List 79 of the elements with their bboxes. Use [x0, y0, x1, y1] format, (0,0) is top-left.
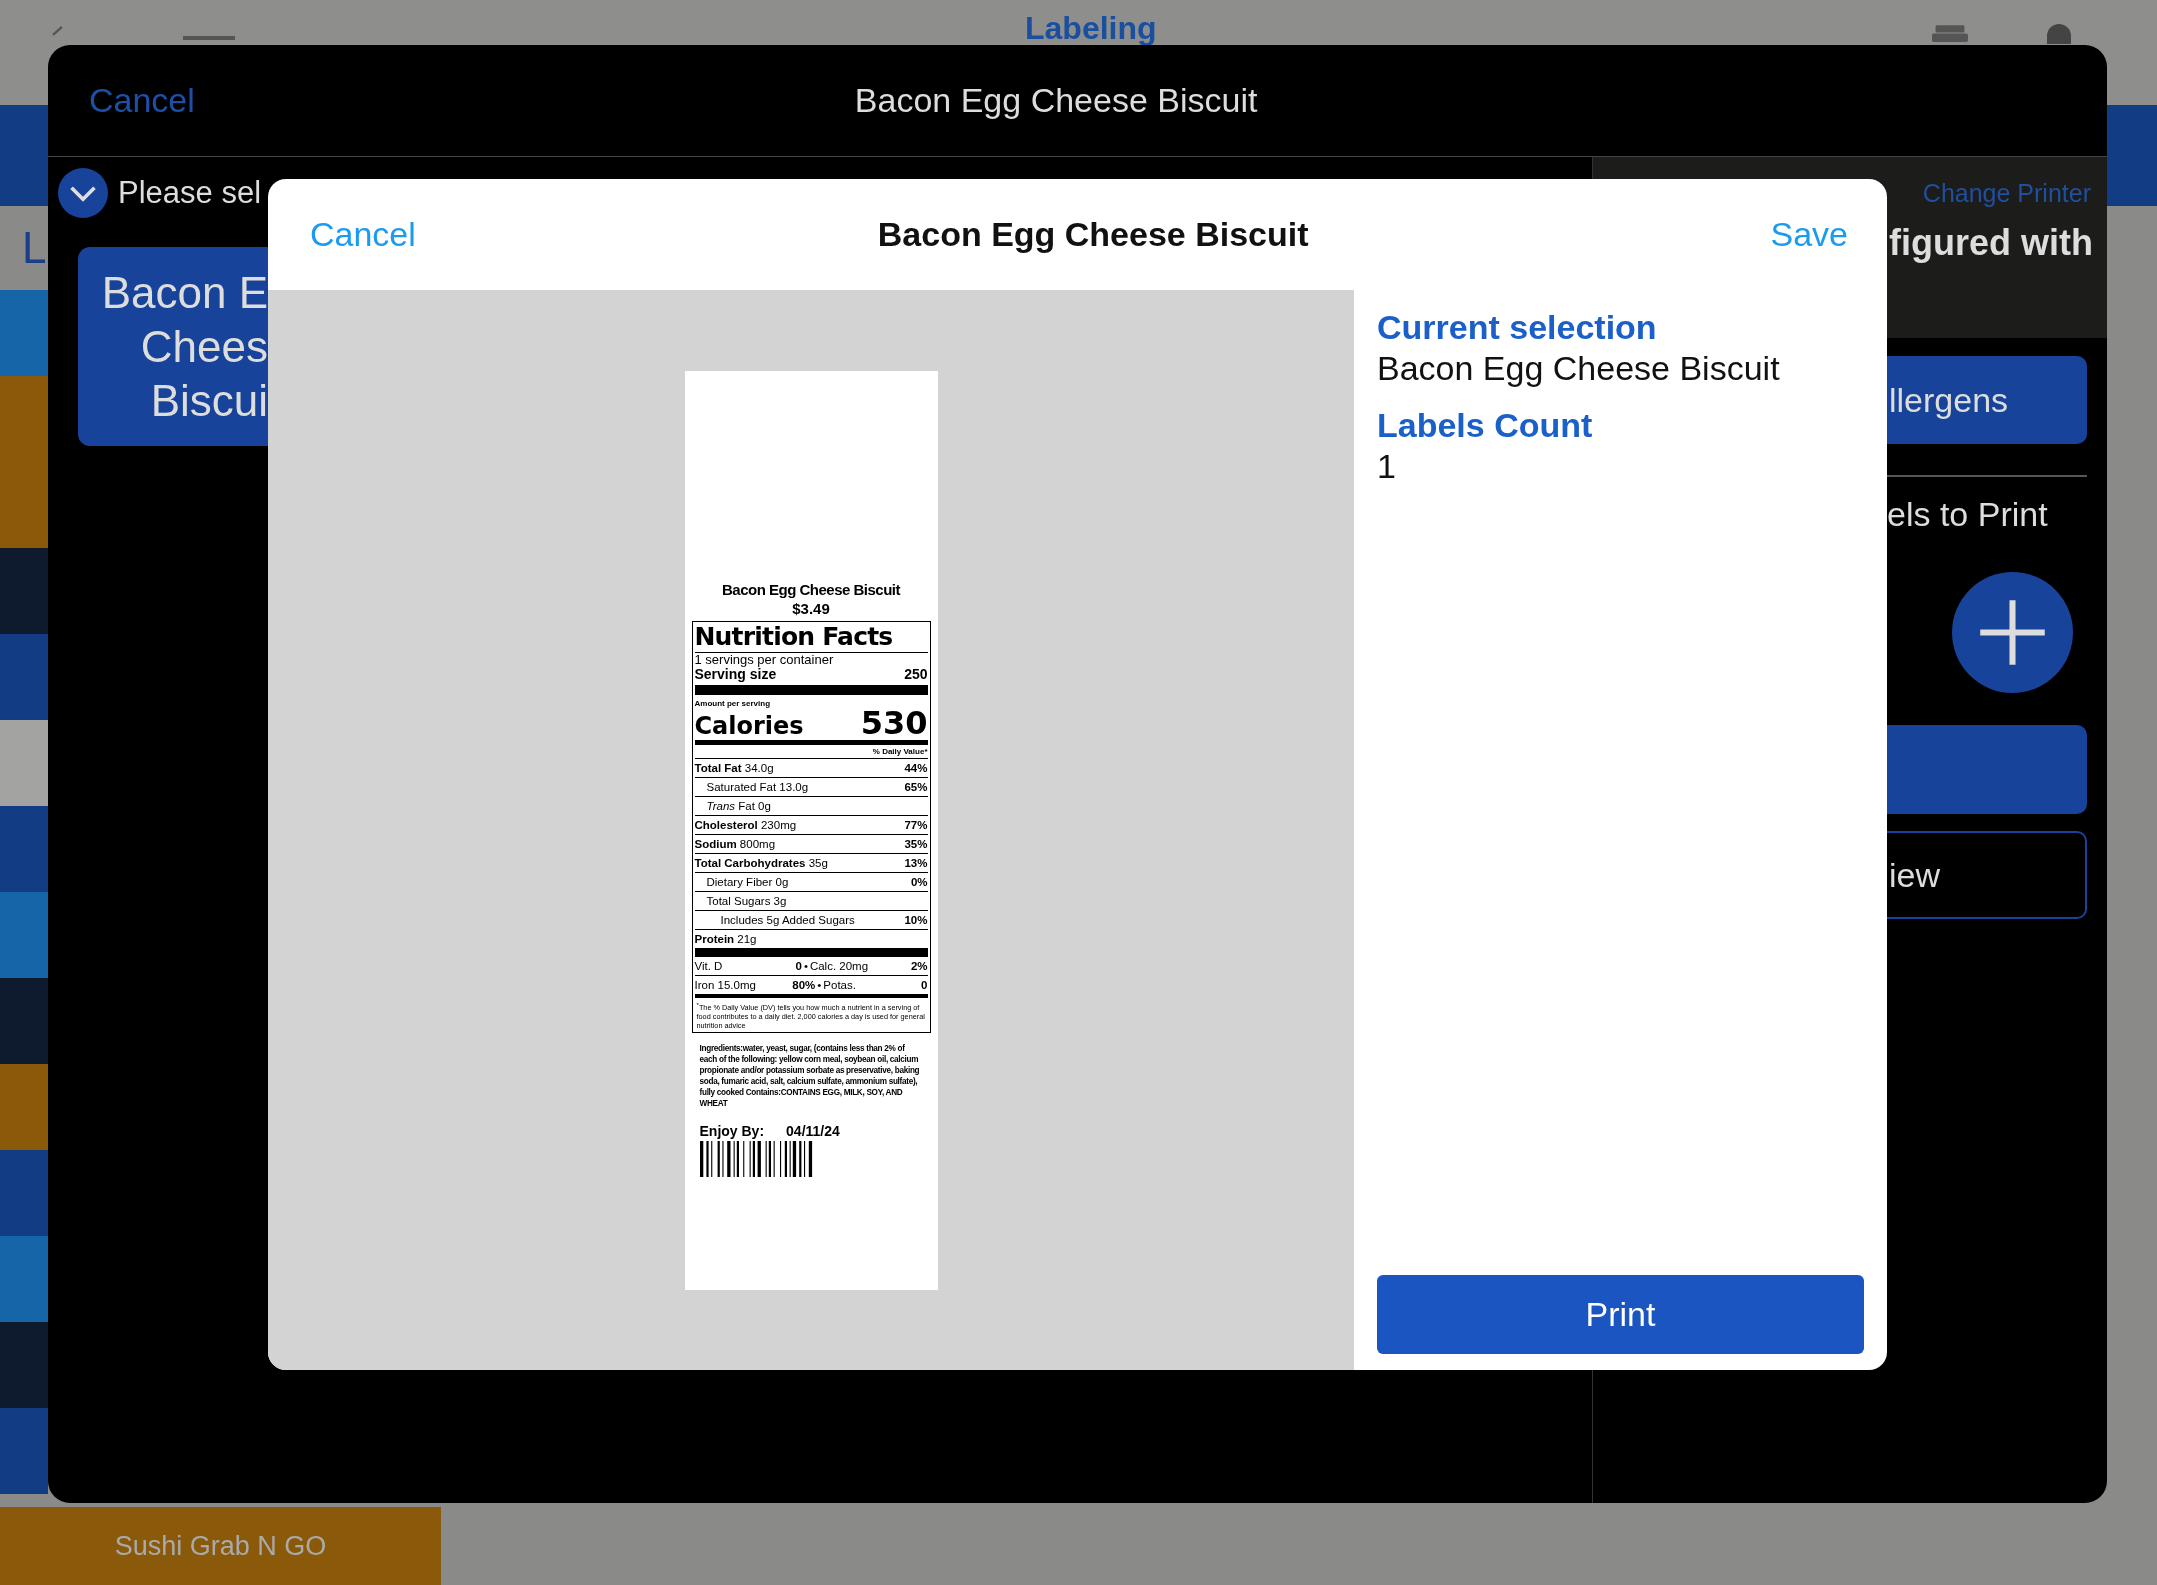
category-tile[interactable] — [0, 720, 48, 806]
nutrient-name: Protein 21g — [694, 932, 757, 947]
allergens-button[interactable]: llergens — [1887, 356, 2087, 444]
nutrient-name: Total Sugars 3g — [706, 894, 787, 909]
section-heading: Labels Count — [1377, 406, 1594, 445]
section-heading: L — [22, 223, 47, 273]
servings-text: 1 servings per container — [694, 653, 835, 667]
serving-size-label: Serving size — [694, 667, 777, 682]
serving-size-value: 250 — [904, 667, 928, 682]
daily-value: 2% — [910, 959, 928, 974]
nutrient-name: Includes 5g Added Sugars — [720, 913, 855, 928]
daily-value: 44% — [904, 761, 928, 776]
cancel-link[interactable]: Cancel — [310, 215, 416, 254]
bullet-separator: • — [817, 978, 822, 993]
section-heading: Current selection — [1377, 308, 1658, 347]
nutrient-name: Calc. 20mg — [809, 959, 870, 974]
labels-to-print-label: els to Print — [1887, 495, 2049, 534]
print-button[interactable]: Print — [1377, 1275, 1864, 1354]
nutrient-name: Total Carbohydrates 35g — [694, 856, 828, 871]
category-tile[interactable] — [0, 462, 48, 548]
product-price: $3.49 — [791, 600, 831, 617]
enjoy-by-date: 04/11/24 — [786, 1123, 840, 1140]
daily-value: 35% — [904, 837, 928, 852]
category-tile[interactable] — [0, 1150, 48, 1236]
calories-value: 530 — [860, 708, 928, 738]
daily-value: 10% — [904, 913, 928, 928]
nutrient-name: Trans Fat 0g — [706, 799, 771, 814]
printer-note: figured with — [1889, 222, 2094, 264]
category-tile[interactable] — [0, 806, 48, 892]
product-name: Bacon Egg Cheese Biscuit — [720, 581, 902, 598]
item-card[interactable]: Bacon E Chees Biscui — [78, 247, 268, 446]
action-button[interactable] — [1887, 725, 2087, 814]
dialog-title: Bacon Egg Cheese Biscuit — [877, 215, 1309, 254]
category-tile[interactable] — [0, 1322, 48, 1408]
category-tile[interactable] — [0, 892, 48, 978]
nutrient-name: Cholesterol 230mg — [694, 818, 797, 833]
category-tile[interactable] — [0, 1236, 48, 1322]
daily-value: 77% — [904, 818, 928, 833]
category-tile[interactable] — [0, 978, 48, 1064]
daily-value: 80% — [792, 978, 816, 993]
cancel-link[interactable]: Cancel — [89, 81, 195, 120]
avatar[interactable] — [2046, 24, 2071, 44]
ingredients-text: Ingredients:water, yeast, sugar, (contains less than 2% of each of the following: yellow corn meal, soybean oil, calcium propionate and/or potassium sorbate as preservative, baking soda, fumaric acid, salt, calcium sulfate, ammonium sulfate), fully cooked Contains:CONTAINS EGG, MILK, SOY, AND WHEAT — [698, 1043, 921, 1110]
category-tile[interactable] — [0, 548, 48, 634]
nutrient-name: Iron 15.0mg — [694, 978, 757, 993]
app-title: Labeling — [1025, 10, 1157, 47]
nutrient-name: Potas. — [823, 978, 857, 993]
category-tile[interactable]: Sushi Grab N GO — [0, 1507, 441, 1585]
enjoy-by-label: Enjoy By: — [699, 1123, 765, 1140]
nutrient-name: Saturated Fat 13.0g — [706, 780, 809, 795]
bullet-separator: • — [803, 959, 808, 974]
chevron-down-icon[interactable] — [58, 168, 108, 218]
category-tile[interactable] — [0, 290, 48, 376]
category-tile[interactable] — [0, 376, 48, 462]
nutrient-name: Total Fat 34.0g — [694, 761, 774, 776]
add-icon[interactable] — [1952, 572, 2073, 693]
calories-label: Calories — [694, 714, 804, 738]
daily-value: 65% — [904, 780, 928, 795]
menu-icon[interactable] — [183, 36, 235, 40]
daily-value: 13% — [904, 856, 928, 871]
category-tile[interactable] — [0, 1064, 48, 1150]
nutrient-name: Sodium 800mg — [694, 837, 776, 852]
nutrition-facts-heading: Nutrition Facts — [694, 622, 894, 652]
daily-value: 0% — [910, 875, 928, 890]
save-link[interactable]: Save — [1770, 215, 1848, 254]
sheet-title: Bacon Egg Cheese Biscuit — [854, 81, 1258, 120]
daily-value: 0 — [921, 978, 928, 993]
view-button[interactable]: iew — [1887, 831, 2087, 919]
daily-value: 0 — [795, 959, 802, 974]
change-printer-link[interactable]: Change Printer — [1922, 179, 2091, 208]
category-tile[interactable] — [0, 634, 48, 720]
amount-per-serving-text: Amount per serving — [694, 699, 772, 708]
prompt-text: Please sel — [118, 175, 262, 211]
selection-value: Bacon Egg Cheese Biscuit — [1377, 349, 1781, 388]
nutrient-name: Vit. D — [694, 959, 724, 974]
nutrient-name: Dietary Fiber 0g — [706, 875, 789, 890]
daily-value-heading: % Daily Value* — [694, 745, 928, 759]
category-tile[interactable] — [0, 1408, 48, 1494]
labels-count-value: 1 — [1377, 447, 1397, 486]
